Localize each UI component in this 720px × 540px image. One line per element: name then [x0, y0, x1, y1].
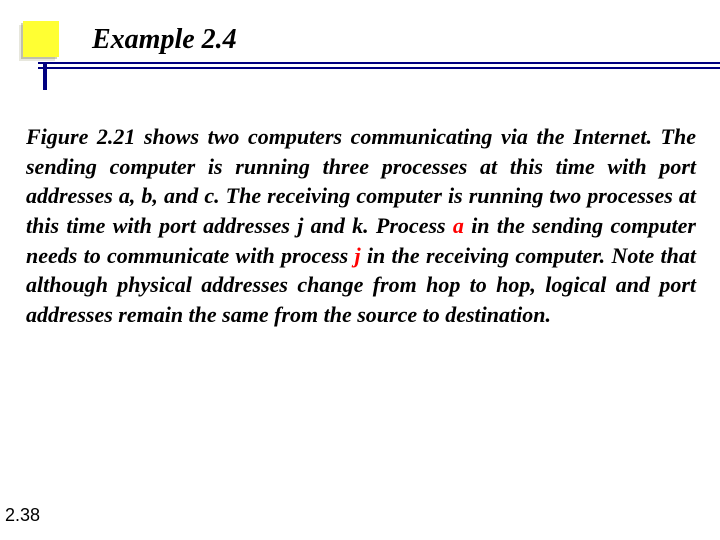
header-rule: [38, 62, 720, 69]
emphasis-process-a: a: [453, 213, 464, 238]
header-vertical-bar: [43, 62, 47, 90]
body-paragraph: Figure 2.21 shows two computers communic…: [26, 122, 696, 330]
slide-title: Example 2.4: [92, 24, 237, 56]
bullet-decor-box: [23, 21, 59, 57]
page-number: 2.38: [5, 505, 40, 526]
header-rule-bottom: [38, 67, 720, 69]
slide-header: Example 2.4: [0, 0, 720, 78]
header-rule-top: [38, 62, 720, 64]
